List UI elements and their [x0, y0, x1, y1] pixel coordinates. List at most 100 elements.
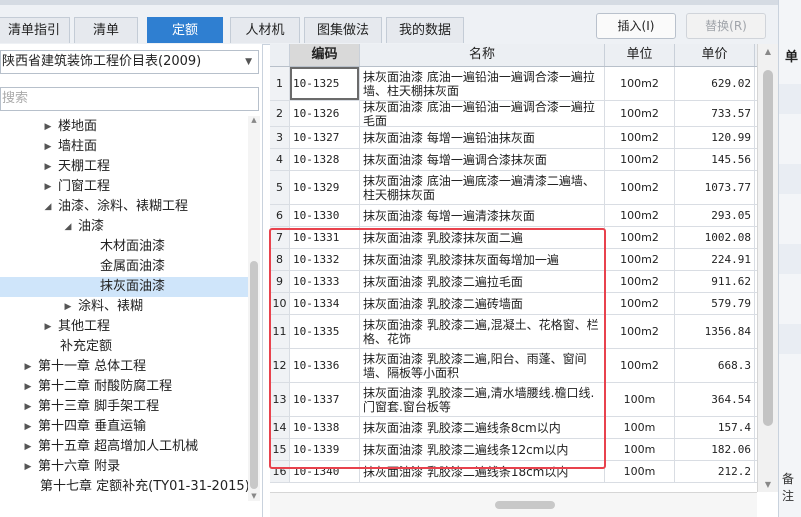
table-row[interactable]: 9 10-1333 抹灰面油漆 乳胶漆二遍拉毛面 100m2 911.62 — [270, 271, 780, 293]
scroll-up-icon[interactable]: ▲ — [758, 47, 778, 56]
tree-node[interactable]: ▶ 第十三章 脚手架工程 — [0, 397, 248, 417]
collapse-icon[interactable]: ◢ — [62, 217, 74, 237]
tab-atlas-method[interactable]: 图集做法 — [304, 17, 382, 43]
grid-scrollbar[interactable]: ▲ ▼ — [757, 44, 778, 492]
row-name[interactable]: 抹灰面油漆 乳胶漆二遍线条12cm以内 — [360, 439, 605, 460]
row-name[interactable]: 抹灰面油漆 乳胶漆抹灰面二遍 — [360, 227, 605, 248]
table-row[interactable]: 3 10-1327 抹灰面油漆 每增一遍铅油抹灰面 100m2 120.99 — [270, 127, 780, 149]
row-price[interactable]: 120.99 — [675, 127, 755, 148]
tab-labor-material-machine[interactable]: 人材机 — [230, 17, 300, 43]
row-unit[interactable]: 100m2 — [605, 149, 675, 170]
row-name[interactable]: 抹灰面油漆 乳胶漆抹灰面每增加一遍 — [360, 249, 605, 270]
row-code[interactable]: 10-1325 — [290, 67, 360, 100]
row-name[interactable]: 抹灰面油漆 乳胶漆二遍拉毛面 — [360, 271, 605, 292]
table-row[interactable]: 13 10-1337 抹灰面油漆 乳胶漆二遍,清水墙腰线.檐口线.门窗套.窗台板等 1… — [270, 383, 780, 417]
row-index[interactable]: 8 — [270, 249, 290, 270]
tree-node[interactable]: ▶ 涂料、裱糊 — [0, 297, 248, 317]
row-index[interactable]: 4 — [270, 149, 290, 170]
row-code[interactable]: 10-1332 — [290, 249, 360, 270]
row-price[interactable]: 145.56 — [675, 149, 755, 170]
row-unit[interactable]: 100m2 — [605, 349, 675, 382]
tree-node[interactable]: ◢ 油漆 — [0, 217, 248, 237]
row-name[interactable]: 抹灰面油漆 乳胶漆二遍,混凝土、花格窗、栏格、花饰 — [360, 315, 605, 348]
row-code[interactable]: 10-1329 — [290, 171, 360, 204]
row-unit[interactable]: 100m2 — [605, 315, 675, 348]
row-name[interactable]: 抹灰面油漆 每增一遍清漆抹灰面 — [360, 205, 605, 226]
row-code[interactable]: 10-1330 — [290, 205, 360, 226]
row-code[interactable]: 10-1326 — [290, 101, 360, 126]
row-price[interactable]: 157.4 — [675, 417, 755, 438]
row-name[interactable]: 抹灰面油漆 乳胶漆二遍,阳台、雨蓬、窗间墙、隔板等小面积 — [360, 349, 605, 382]
table-row[interactable]: 11 10-1335 抹灰面油漆 乳胶漆二遍,混凝土、花格窗、栏格、花饰 100m2 1… — [270, 315, 780, 349]
replace-button[interactable]: 替换(R) — [686, 13, 766, 39]
row-unit[interactable]: 100m2 — [605, 171, 675, 204]
row-code[interactable]: 10-1336 — [290, 349, 360, 382]
tree-node[interactable]: ▶ 其他工程 — [0, 317, 248, 337]
row-name[interactable]: 抹灰面油漆 乳胶漆二遍砖墙面 — [360, 293, 605, 314]
tree-node[interactable]: ▶ 第十五章 超高增加人工机械 — [0, 437, 248, 457]
tab-list-guide[interactable]: 清单指引 — [0, 17, 70, 43]
row-unit[interactable]: 100m — [605, 383, 675, 416]
row-price[interactable]: 733.57 — [675, 101, 755, 126]
row-unit[interactable]: 100m2 — [605, 227, 675, 248]
tree-node[interactable]: 抹灰面油漆 — [0, 277, 248, 297]
tab-quota[interactable]: 定额 — [147, 17, 223, 43]
row-name[interactable]: 抹灰面油漆 每增一遍调合漆抹灰面 — [360, 149, 605, 170]
collapse-icon[interactable]: ◢ — [42, 197, 54, 217]
row-code[interactable]: 10-1333 — [290, 271, 360, 292]
header-price[interactable]: 单价 — [675, 44, 755, 66]
row-index[interactable]: 11 — [270, 315, 290, 348]
row-name[interactable]: 抹灰面油漆 底油一遍铅油一遍调合漆一遍拉毛面 — [360, 101, 605, 126]
header-name[interactable]: 名称 — [360, 44, 605, 66]
tree-scroll-thumb[interactable] — [250, 261, 258, 489]
row-price[interactable]: 668.3 — [675, 349, 755, 382]
table-row[interactable]: 10 10-1334 抹灰面油漆 乳胶漆二遍砖墙面 100m2 579.79 — [270, 293, 780, 315]
library-select[interactable]: 陕西省建筑装饰工程价目表(2009) ▼ — [0, 50, 259, 74]
row-price[interactable]: 212.2 — [675, 461, 755, 482]
expand-icon[interactable]: ▶ — [22, 397, 34, 417]
row-index[interactable]: 2 — [270, 101, 290, 126]
row-index[interactable]: 7 — [270, 227, 290, 248]
expand-icon[interactable]: ▶ — [22, 377, 34, 397]
row-name[interactable]: 抹灰面油漆 底油一遍底漆一遍清漆二遍墙、柱天棚抹灰面 — [360, 171, 605, 204]
header-code[interactable]: 编码 — [290, 44, 360, 66]
tree-node[interactable]: ▶ 天棚工程 — [0, 157, 248, 177]
expand-icon[interactable]: ▶ — [42, 177, 54, 197]
row-index[interactable]: 5 — [270, 171, 290, 204]
row-index[interactable]: 14 — [270, 417, 290, 438]
row-index[interactable]: 1 — [270, 67, 290, 100]
row-price[interactable]: 1073.77 — [675, 171, 755, 204]
row-code[interactable]: 10-1328 — [290, 149, 360, 170]
row-price[interactable]: 293.05 — [675, 205, 755, 226]
header-unit[interactable]: 单位 — [605, 44, 675, 66]
table-row[interactable]: 15 10-1339 抹灰面油漆 乳胶漆二遍线条12cm以内 100m 182.06 — [270, 439, 780, 461]
table-row[interactable]: 12 10-1336 抹灰面油漆 乳胶漆二遍,阳台、雨蓬、窗间墙、隔板等小面积 100… — [270, 349, 780, 383]
row-unit[interactable]: 100m2 — [605, 127, 675, 148]
table-row[interactable]: 1 10-1325 抹灰面油漆 底油一遍铅油一遍调合漆一遍拉墙、柱天棚抹灰面 100m… — [270, 67, 780, 101]
tree-node[interactable]: 第十七章 定额补充(TY01-31-2015) — [0, 477, 248, 497]
row-unit[interactable]: 100m2 — [605, 101, 675, 126]
row-index[interactable]: 16 — [270, 461, 290, 482]
row-index[interactable]: 13 — [270, 383, 290, 416]
row-unit[interactable]: 100m — [605, 417, 675, 438]
row-name[interactable]: 抹灰面油漆 乳胶漆二遍线条18cm以内 — [360, 461, 605, 482]
tree-node[interactable]: ▶ 门窗工程 — [0, 177, 248, 197]
expand-icon[interactable]: ▶ — [22, 357, 34, 377]
expand-icon[interactable]: ▶ — [42, 117, 54, 137]
tree-node[interactable]: ▶ 第十六章 附录 — [0, 457, 248, 477]
tree-node[interactable]: ▶ 第十四章 垂直运输 — [0, 417, 248, 437]
tree-node[interactable]: ▶ 墙柱面 — [0, 137, 248, 157]
row-code[interactable]: 10-1338 — [290, 417, 360, 438]
grid-horizontal-scrollbar[interactable] — [270, 492, 757, 517]
row-price[interactable]: 911.62 — [675, 271, 755, 292]
scroll-down-icon[interactable]: ▼ — [248, 492, 260, 500]
row-price[interactable]: 579.79 — [675, 293, 755, 314]
tree-node[interactable]: 金属面油漆 — [0, 257, 248, 277]
grid-hscroll-thumb[interactable] — [495, 501, 555, 509]
expand-icon[interactable]: ▶ — [22, 417, 34, 437]
expand-icon[interactable]: ▶ — [22, 437, 34, 457]
row-code[interactable]: 10-1340 — [290, 461, 360, 482]
row-code[interactable]: 10-1335 — [290, 315, 360, 348]
row-index[interactable]: 15 — [270, 439, 290, 460]
row-code[interactable]: 10-1327 — [290, 127, 360, 148]
